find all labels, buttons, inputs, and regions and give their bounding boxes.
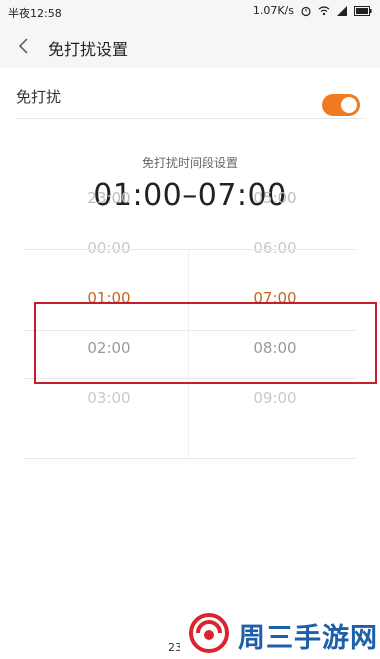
battery-icon [354,5,372,16]
dnd-toggle[interactable] [322,94,360,116]
picker-item[interactable]: 06:00 [190,224,360,272]
title-bar: 免打扰设置 [0,24,380,68]
network-speed: 1.07K/s [252,4,294,17]
chevron-left-icon[interactable] [14,36,34,56]
divider [16,118,364,119]
toggle-knob [341,97,357,113]
watermark-text: 周三手游网 [238,623,378,654]
picker-item[interactable]: 23:00 [24,174,194,222]
signal-icon [337,5,347,16]
picker-separator [24,249,356,250]
alarm-icon [301,6,311,16]
status-bar: 半夜12:58 1.07K/s [0,0,380,24]
dnd-label: 免打扰 [16,88,62,106]
picker-separator [24,458,356,459]
watermark: 周三手游网 [180,608,380,659]
wifi-icon [318,5,330,15]
brand-logo-icon [189,613,229,653]
highlight-annotation-box [34,302,377,384]
picker-item[interactable]: 05:00 [190,174,360,222]
picker-item[interactable]: 00:00 [24,224,194,272]
period-label: 免打扰时间段设置 [141,156,238,170]
status-time: 半夜12:58 [8,7,62,20]
dnd-row[interactable]: 免打扰 [16,82,364,116]
page-title: 免打扰设置 [48,40,129,59]
status-right-group: 1.07K/s [253,4,372,17]
